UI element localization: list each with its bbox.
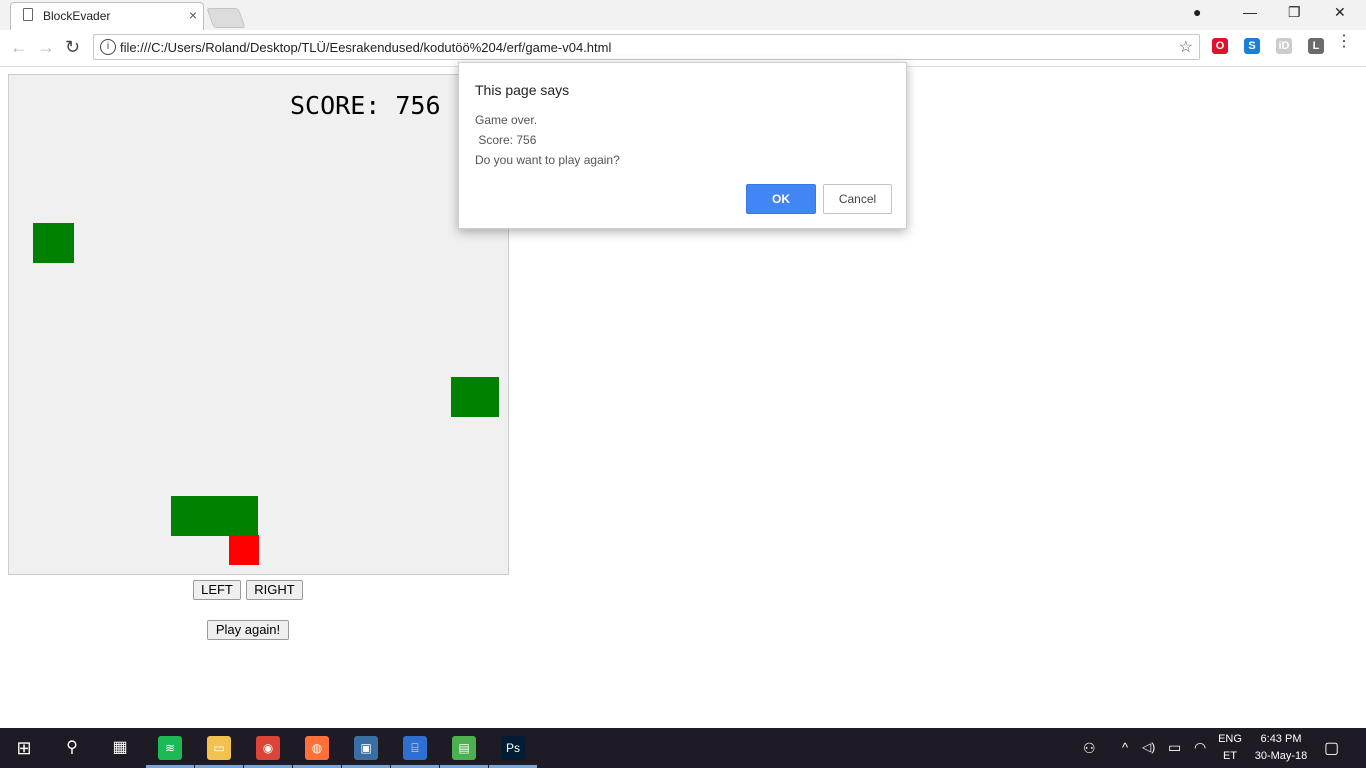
browser-menu-icon[interactable]: ⋮ — [1336, 34, 1352, 50]
people-icon[interactable]: ⚇ — [1083, 740, 1096, 757]
close-window-button[interactable]: ✕ — [1334, 4, 1346, 21]
info-icon[interactable]: i — [100, 39, 116, 55]
new-tab-button[interactable] — [206, 8, 246, 28]
falling-block — [33, 223, 74, 263]
chart-app-icon[interactable]: ▤ — [452, 736, 476, 760]
play-again-button[interactable]: Play again! — [207, 620, 289, 640]
player-block — [229, 535, 259, 565]
start-icon[interactable]: ⊞ — [12, 736, 36, 760]
clock-time[interactable]: 6:43 PM — [1250, 733, 1312, 745]
forward-button[interactable]: → — [37, 37, 55, 58]
battery-icon[interactable]: ▭ — [1168, 739, 1181, 756]
network-app-icon[interactable]: ⌸ — [403, 736, 427, 760]
firefox-icon[interactable]: ◍ — [305, 736, 329, 760]
left-button[interactable]: LEFT — [193, 580, 241, 600]
volume-icon[interactable]: ◁) — [1142, 740, 1155, 754]
profile-icon[interactable]: ● — [1193, 4, 1201, 20]
cancel-button[interactable]: Cancel — [823, 184, 892, 214]
clock-date[interactable]: 30-May-18 — [1250, 750, 1312, 762]
dialog-message-line: Do you want to play again? — [475, 153, 620, 167]
wifi-icon[interactable]: ◠ — [1194, 739, 1206, 756]
search-icon[interactable]: ⚲ — [60, 736, 84, 760]
language-indicator[interactable]: ENG — [1216, 733, 1244, 745]
dialog-title: This page says — [475, 82, 570, 98]
score-display: SCORE: 756 — [290, 91, 441, 120]
minimize-button[interactable]: — — [1243, 4, 1257, 20]
chrome-icon[interactable]: ◉ — [256, 736, 280, 760]
l-extension-icon[interactable]: L — [1308, 38, 1324, 54]
ok-button[interactable]: OK — [746, 184, 816, 214]
dialog-message-line: Game over. — [475, 113, 538, 127]
task-view-icon[interactable]: ▦ — [108, 736, 132, 760]
tab-close-icon[interactable]: × — [189, 7, 197, 23]
bookmark-star-icon[interactable]: ☆ — [1179, 37, 1193, 57]
spotify-icon[interactable]: ≋ — [158, 736, 182, 760]
right-button[interactable]: RIGHT — [246, 580, 303, 600]
keyboard-layout-indicator[interactable]: ET — [1216, 750, 1244, 762]
tab-title: BlockEvader — [43, 9, 111, 23]
page-icon — [23, 8, 33, 21]
falling-block — [451, 377, 499, 417]
reload-button[interactable]: ↻ — [65, 37, 80, 58]
alert-dialog: This page says Game over. Score: 756 Do … — [458, 62, 907, 229]
game-canvas: SCORE: 756 — [8, 74, 509, 575]
windows-taskbar: ⊞ ⚲ ▦ ⚇ ^ ◁) ▭ ◠ ENG ET 6:43 PM 30-May-1… — [0, 728, 1366, 768]
s-extension-icon[interactable]: S — [1244, 38, 1260, 54]
restore-button[interactable]: ❐ — [1288, 4, 1301, 21]
photoshop-icon[interactable]: Ps — [501, 736, 525, 760]
falling-block — [171, 496, 258, 536]
browser-tabstrip: BlockEvader × ● — ❐ ✕ — [0, 0, 1366, 31]
id-extension-icon[interactable]: iD — [1276, 38, 1292, 54]
dialog-message-line: Score: 756 — [475, 133, 537, 147]
file-explorer-icon[interactable]: ▭ — [207, 736, 231, 760]
tab-blockevader[interactable]: BlockEvader × — [10, 2, 204, 30]
url-text: file:///C:/Users/Roland/Desktop/TLÜ/Eesr… — [120, 40, 612, 55]
back-button[interactable]: ← — [10, 37, 28, 58]
notification-center-icon[interactable]: ▢ — [1324, 738, 1339, 758]
lock-app-icon[interactable]: ▣ — [354, 736, 378, 760]
show-hidden-icons-chevron-icon[interactable]: ^ — [1122, 740, 1128, 755]
opera-extension-icon[interactable]: O — [1212, 38, 1228, 54]
address-bar[interactable]: i file:///C:/Users/Roland/Desktop/TLÜ/Ee… — [93, 34, 1200, 60]
